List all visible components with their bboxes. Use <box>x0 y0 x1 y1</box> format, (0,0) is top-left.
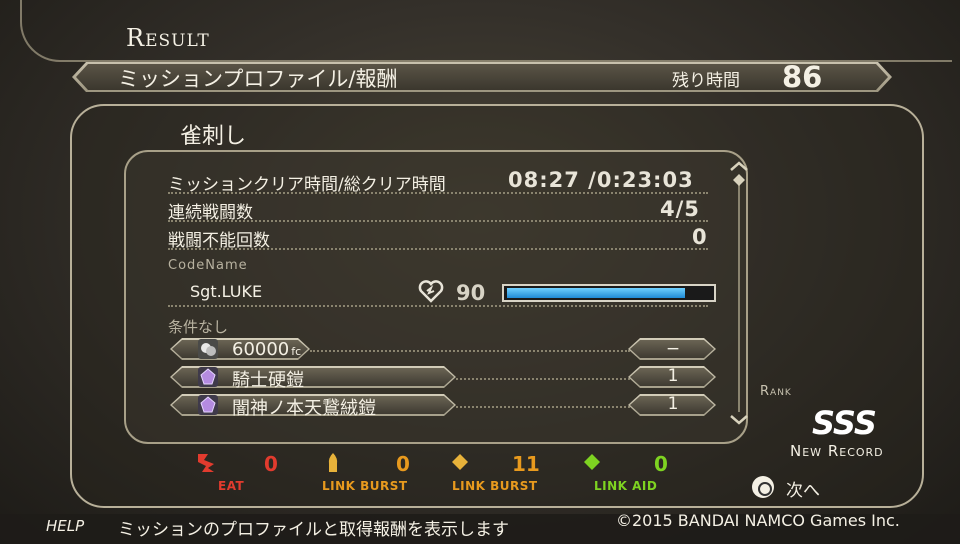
link-aid-value: 0 <box>654 452 668 476</box>
copyright: ©2015 BANDAI NAMCO Games Inc. <box>616 511 900 530</box>
time-remaining-label: 残り時間 <box>672 71 740 91</box>
header-label: ミッションプロファイル/報酬 <box>118 67 398 91</box>
link-burst-value: 0 <box>396 452 410 476</box>
link-burst-stock-label: LINK BURST <box>452 479 538 493</box>
link-aid-label: LINK AID <box>594 479 658 493</box>
stat-value-clear-time: 08:27 /0:23:03 <box>508 168 694 192</box>
eat-label: EAT <box>218 479 245 493</box>
eat-value: 0 <box>264 452 278 476</box>
rank-label: Rank <box>760 384 792 399</box>
hp-bar-fill <box>507 288 685 298</box>
fc-money-icon <box>198 339 218 359</box>
new-record-label: New Record <box>790 442 884 460</box>
hp-value: 90 <box>456 281 486 305</box>
reward-count: 1 <box>667 366 679 386</box>
next-button[interactable]: 次へ <box>786 476 820 501</box>
stat-value-battles: 4/5 <box>660 197 700 221</box>
rank-value: SSS <box>812 404 877 442</box>
codename-name: Sgt.LUKE <box>190 282 263 301</box>
reward-name: 闇神ノ本天鵞絨鎧 <box>232 398 376 419</box>
armor-gem-icon <box>198 395 218 415</box>
heart-icon <box>418 280 444 303</box>
green-diamond-icon <box>584 454 600 470</box>
help-text: ミッションのプロファイルと取得報酬を表示します <box>118 520 509 540</box>
row-divider <box>456 378 630 380</box>
codename-label: CodeName <box>168 258 248 273</box>
link-burst-stock-value: 11 <box>512 452 540 476</box>
link-burst-label: LINK BURST <box>322 479 408 493</box>
circle-button-icon-inner <box>758 482 772 496</box>
page-title: Result <box>126 24 210 52</box>
condition-label: 条件なし <box>168 318 229 336</box>
bullet-icon <box>328 453 338 472</box>
scroll-up-icon[interactable] <box>728 158 750 192</box>
mission-name: 雀刺し <box>180 124 247 149</box>
help-label: HELP <box>46 517 85 535</box>
eat-icon <box>198 454 214 472</box>
reward-count: 1 <box>667 394 679 414</box>
row-divider <box>168 248 708 250</box>
reward-name: 騎士硬鎧 <box>232 370 304 391</box>
stat-value-incapacitated: 0 <box>692 225 708 249</box>
scroll-down-icon[interactable] <box>728 412 750 428</box>
time-remaining-value: 86 <box>782 60 823 94</box>
row-divider <box>310 350 630 352</box>
row-divider <box>168 305 708 307</box>
diamond-icon <box>452 454 468 470</box>
row-divider <box>456 406 630 408</box>
reward-count: − <box>665 339 681 359</box>
scrollbar[interactable] <box>738 182 740 412</box>
reward-name: 60000 fc <box>232 339 302 360</box>
row-divider <box>168 192 708 194</box>
row-divider <box>168 220 708 222</box>
armor-gem-icon <box>198 367 218 387</box>
